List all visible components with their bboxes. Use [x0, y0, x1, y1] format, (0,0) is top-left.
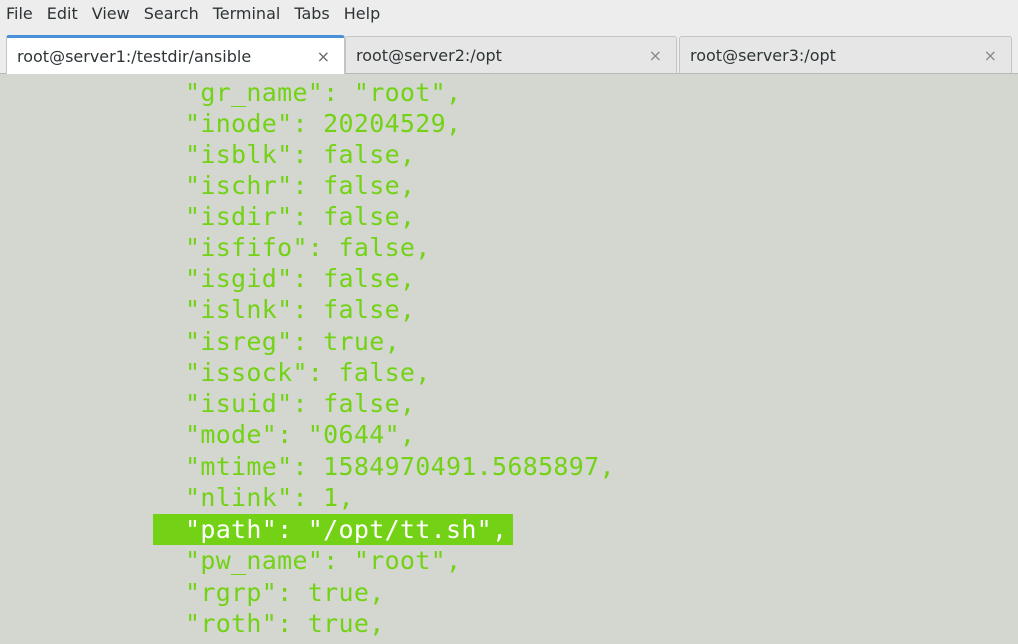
terminal-line: "isreg": true,: [185, 327, 400, 356]
terminal-line: "roth": true,: [185, 609, 385, 638]
terminal-line: "ischr": false,: [185, 171, 416, 200]
tab-server2[interactable]: root@server2:/opt ×: [345, 36, 677, 73]
menu-search[interactable]: Search: [142, 2, 209, 26]
terminal-line: "isblk": false,: [185, 140, 416, 169]
tab-bar: root@server1:/testdir/ansible × root@ser…: [0, 28, 1018, 74]
terminal-line: "mtime": 1584970491.5685897,: [185, 452, 615, 481]
terminal-line: "isuid": false,: [185, 389, 416, 418]
menu-terminal[interactable]: Terminal: [211, 2, 291, 26]
menu-view[interactable]: View: [90, 2, 140, 26]
terminal-line: "inode": 20204529,: [185, 109, 462, 138]
tab-label: root@server1:/testdir/ansible: [17, 46, 252, 66]
terminal-line: "pw_name": "root",: [185, 546, 462, 575]
terminal-line: "issock": false,: [185, 358, 431, 387]
close-icon[interactable]: ×: [984, 46, 997, 65]
tab-label: root@server2:/opt: [356, 45, 502, 65]
terminal-output[interactable]: "gr_name": "root", "inode": 20204529, "i…: [0, 75, 1018, 644]
tab-server3[interactable]: root@server3:/opt ×: [679, 36, 1012, 73]
menu-edit[interactable]: Edit: [45, 2, 88, 26]
menu-help[interactable]: Help: [342, 2, 390, 26]
terminal-line: "mode": "0644",: [185, 420, 416, 449]
menu-file[interactable]: File: [4, 2, 43, 26]
terminal-line: "islnk": false,: [185, 295, 416, 324]
tab-server1[interactable]: root@server1:/testdir/ansible ×: [6, 35, 345, 74]
terminal-line: "nlink": 1,: [185, 483, 354, 512]
terminal-line: "isgid": false,: [185, 264, 416, 293]
tab-label: root@server3:/opt: [690, 45, 836, 65]
close-icon[interactable]: ×: [649, 46, 662, 65]
close-icon[interactable]: ×: [317, 47, 330, 66]
terminal-line: "isdir": false,: [185, 202, 416, 231]
menu-bar: File Edit View Search Terminal Tabs Help: [0, 0, 1018, 28]
menu-tabs[interactable]: Tabs: [292, 2, 339, 26]
terminal-line-selected: "path": "/opt/tt.sh",: [153, 514, 514, 545]
terminal-window: File Edit View Search Terminal Tabs Help…: [0, 0, 1018, 644]
terminal-line: "isfifo": false,: [185, 233, 431, 262]
terminal-line: "gr_name": "root",: [185, 78, 462, 107]
terminal-line: "rgrp": true,: [185, 578, 385, 607]
